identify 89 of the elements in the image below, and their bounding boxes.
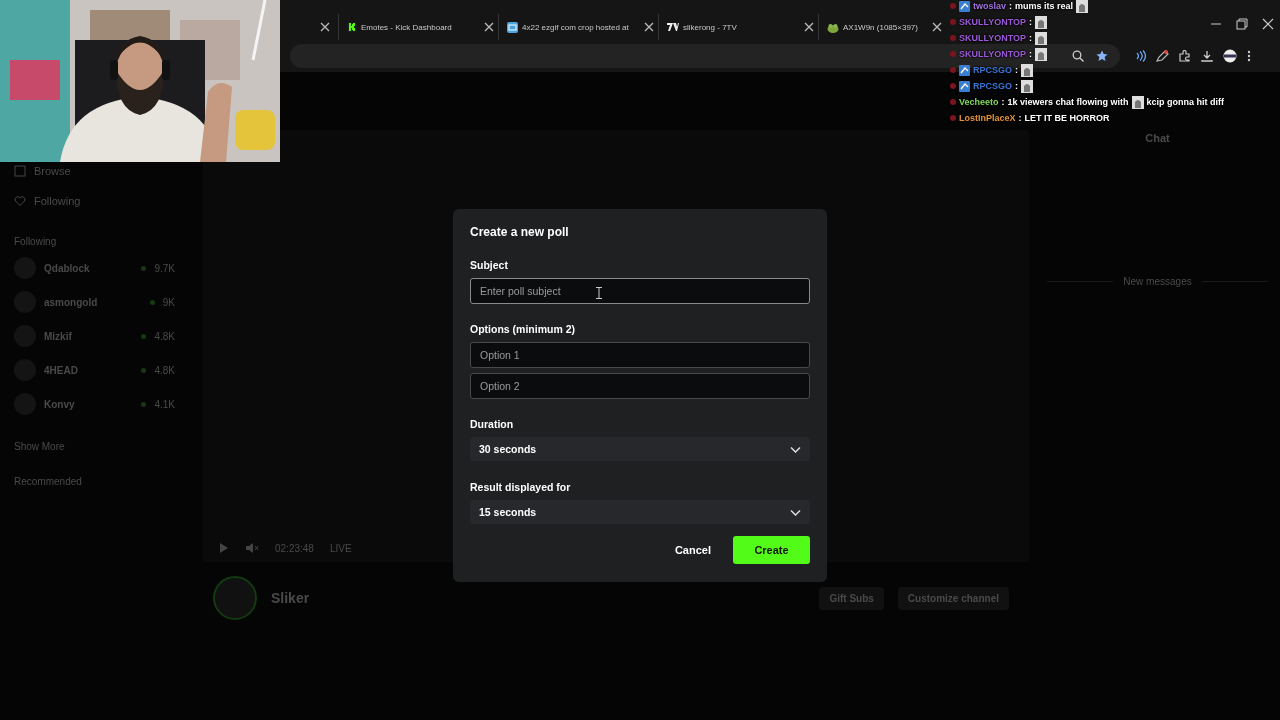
address-bar[interactable] xyxy=(290,44,1120,68)
cancel-button[interactable]: Cancel xyxy=(668,538,717,562)
viewer-count: 9K xyxy=(162,296,175,308)
option-input-field[interactable]: Option 1 xyxy=(470,342,810,368)
chat-username: SKULLYONTOP xyxy=(959,33,1026,43)
section-heading: Following xyxy=(14,236,58,247)
emote-icon xyxy=(1021,79,1033,93)
signal-waves-icon[interactable] xyxy=(1134,50,1146,62)
profile-icon[interactable] xyxy=(1223,49,1237,63)
live-dot-icon xyxy=(149,299,155,305)
section-heading: Recommended xyxy=(14,476,83,487)
browser-tab[interactable]: AX1W9n (1085×397) xyxy=(818,14,946,40)
restore-icon[interactable] xyxy=(1236,18,1248,30)
chat-message: kcip gonna hit diff xyxy=(1146,97,1225,107)
browser-tab[interactable]: Emotes - Kick Dashboard xyxy=(338,14,498,40)
live-dot-icon xyxy=(141,367,147,373)
separator-colon: : xyxy=(1029,33,1032,43)
close-icon[interactable] xyxy=(484,22,494,32)
text-cursor-icon xyxy=(596,287,602,299)
stream-time: 02:23:48 xyxy=(275,542,314,554)
option-input-field[interactable]: Option 2 xyxy=(470,373,810,399)
close-icon[interactable] xyxy=(320,22,330,32)
chat-username: SKULLYONTOP xyxy=(959,49,1026,59)
chat-username: twoslav xyxy=(973,1,1006,11)
channel-name: Sliker xyxy=(271,590,311,606)
separator-colon: : xyxy=(1018,113,1022,123)
field-label: Duration xyxy=(470,418,515,430)
live-dot-icon xyxy=(141,265,147,271)
dialog-title: Create a new poll xyxy=(470,225,570,239)
letter-k-icon xyxy=(347,22,357,32)
browser-tab[interactable]: 4x22 ezgif com crop hosted at xyxy=(498,14,658,40)
star-icon[interactable] xyxy=(1096,50,1108,62)
chat-message: LET IT BE HORROR xyxy=(1024,113,1110,123)
dot-icon xyxy=(950,99,956,105)
dropdown[interactable]: 15 seconds xyxy=(470,500,810,524)
dot-icon xyxy=(950,51,956,57)
separator-colon: : xyxy=(1029,49,1032,59)
heart-icon xyxy=(14,195,26,207)
dot-icon xyxy=(950,35,956,41)
viewer-count: 4.8K xyxy=(154,364,175,376)
chat-username: SKULLYONTOP xyxy=(959,17,1026,27)
chat-title: Chat xyxy=(1145,132,1170,146)
frog-icon xyxy=(827,21,839,33)
dot-icon xyxy=(950,83,956,89)
puzzle-icon[interactable] xyxy=(1179,50,1191,62)
viewer-count: 4.8K xyxy=(154,330,175,342)
field-label: Options (minimum 2) xyxy=(470,323,576,335)
dot-icon xyxy=(950,3,956,9)
create-button[interactable]: Create xyxy=(733,536,810,564)
emote-icon xyxy=(1131,95,1144,109)
separator-colon: : xyxy=(1015,65,1018,75)
separator-colon: : xyxy=(1009,1,1012,11)
dot-icon xyxy=(950,67,956,73)
seven-icon xyxy=(667,22,679,32)
close-icon[interactable] xyxy=(932,22,942,32)
chat-username: Vecheeto xyxy=(959,97,999,107)
viewer-count: 9.7K xyxy=(154,262,175,274)
zoom-icon[interactable] xyxy=(1072,50,1084,62)
close-icon[interactable] xyxy=(804,22,814,32)
dot-icon xyxy=(950,115,956,121)
chat-username: RPCSGO xyxy=(973,81,1012,91)
chat-message: 1k viewers chat flowing with xyxy=(1007,97,1129,107)
browser-tab[interactable]: slikerong - 7TV xyxy=(658,14,818,40)
viewer-count: 4.1K xyxy=(154,398,175,410)
pen-icon[interactable] xyxy=(1156,50,1169,62)
field-label: Subject xyxy=(470,259,509,271)
dot-icon xyxy=(950,19,956,25)
close-icon[interactable] xyxy=(1262,18,1274,30)
dropdown[interactable]: 30 seconds xyxy=(470,437,810,461)
subject-input-field[interactable]: Enter poll subject xyxy=(470,278,810,304)
chat-message: mums its real xyxy=(1015,1,1074,11)
close-icon[interactable] xyxy=(644,22,654,32)
chat-username: LostInPlaceX xyxy=(959,113,1016,123)
channel-avatar-icon xyxy=(213,576,257,620)
emote-icon xyxy=(1076,0,1089,13)
live-label: LIVE xyxy=(329,542,352,554)
grid-icon xyxy=(14,165,26,177)
separator-colon: : xyxy=(1001,97,1005,107)
separator-colon: : xyxy=(1029,17,1032,27)
live-dot-icon xyxy=(141,333,147,339)
download-icon[interactable] xyxy=(1201,50,1213,62)
new-messages-divider: New messages xyxy=(1047,276,1268,287)
separator-colon: : xyxy=(1015,81,1018,91)
menu-icon[interactable] xyxy=(1247,50,1251,62)
chevron-down-icon xyxy=(790,508,801,516)
chevron-down-icon xyxy=(790,445,801,453)
chat-username: RPCSGO xyxy=(973,65,1012,75)
field-label: Result displayed for xyxy=(470,481,572,493)
live-dot-icon xyxy=(141,401,147,407)
